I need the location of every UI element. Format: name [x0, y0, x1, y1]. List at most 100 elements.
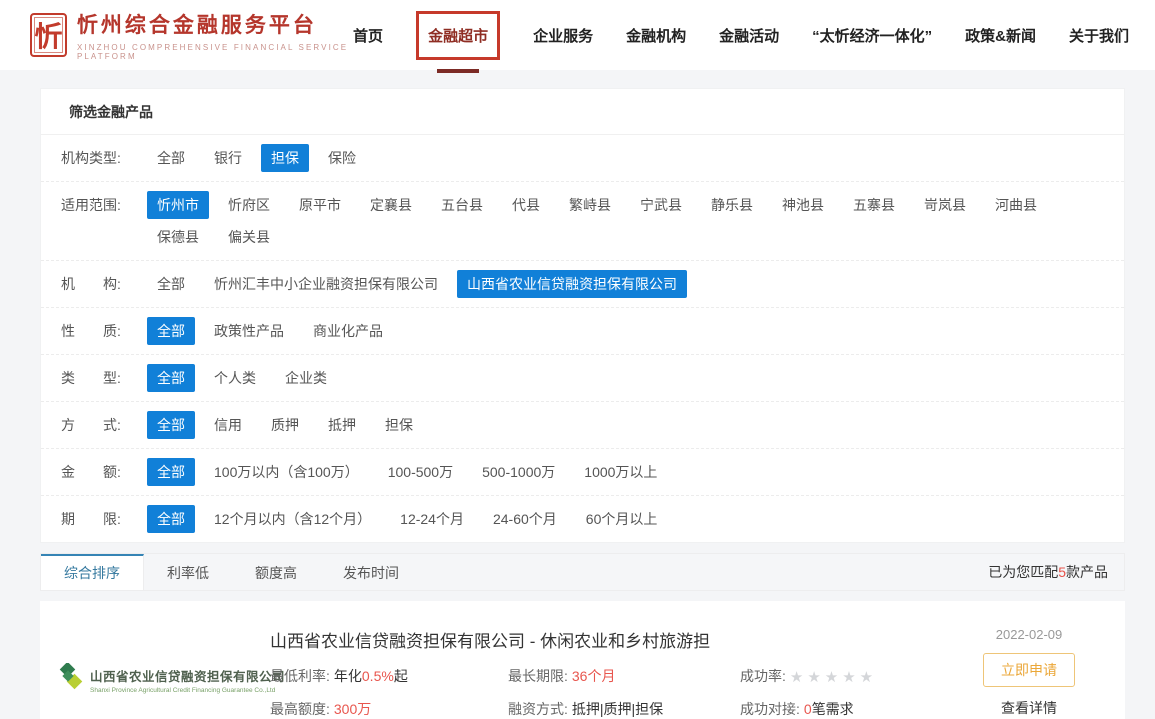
filter-option[interactable]: 企业类 — [275, 364, 337, 392]
filter-option[interactable]: 政策性产品 — [204, 317, 294, 345]
nav-item-5[interactable]: “太忻经济一体化” — [812, 25, 932, 46]
filter-option[interactable]: 100万以内（含100万） — [204, 458, 369, 486]
field-label: 成功对接: — [740, 701, 800, 717]
apply-button[interactable]: 立即申请 — [983, 653, 1075, 687]
filter-row-options: 全部银行担保保险 — [147, 142, 1106, 174]
dock-count: 0 — [804, 701, 812, 717]
filter-option[interactable]: 全部 — [147, 144, 195, 172]
nav-item-6[interactable]: 政策&新闻 — [965, 25, 1036, 46]
filter-row-label: 期 限: — [61, 503, 147, 535]
filter-option[interactable]: 12-24个月 — [390, 505, 474, 533]
view-detail-link[interactable]: 查看详情 — [1001, 698, 1057, 718]
field-label: 成功率: — [740, 668, 786, 684]
filter-row-3: 性 质:全部政策性产品商业化产品 — [41, 308, 1124, 355]
filter-option[interactable]: 全部 — [147, 317, 195, 345]
filter-option[interactable]: 岢岚县 — [914, 191, 976, 219]
nav-item-7[interactable]: 关于我们 — [1069, 25, 1129, 46]
filter-option[interactable]: 宁武县 — [630, 191, 692, 219]
filter-option[interactable]: 全部 — [147, 458, 195, 486]
company-logo-icon — [58, 663, 84, 693]
product-fields-grid: 最低利率:年化0.5%起最长期限:36个月成功率:★★★★★最高额度:300万融… — [270, 666, 955, 719]
filter-option[interactable]: 五台县 — [431, 191, 493, 219]
filter-row-label: 机构类型: — [61, 142, 147, 174]
filter-option[interactable]: 全部 — [147, 270, 195, 298]
filter-row-5: 方 式:全部信用质押抵押担保 — [41, 402, 1124, 449]
success-rate-stars: ★★★★★ — [790, 669, 877, 686]
filter-option[interactable]: 全部 — [147, 364, 195, 392]
nav-item-wrap-6: 政策&新闻 — [965, 25, 1036, 46]
term-value: 36个月 — [572, 668, 616, 684]
nav-item-4[interactable]: 金融活动 — [719, 25, 779, 46]
filter-option[interactable]: 山西省农业信贷融资担保有限公司 — [457, 270, 687, 298]
filter-option[interactable]: 1000万以上 — [574, 458, 667, 486]
filter-option[interactable]: 24-60个月 — [483, 505, 567, 533]
filter-row-label: 适用范围: — [61, 189, 147, 221]
filter-option[interactable]: 河曲县 — [985, 191, 1047, 219]
nav-item-wrap-3: 金融机构 — [626, 25, 686, 46]
filter-option[interactable]: 保险 — [318, 144, 366, 172]
site-subtitle: XINZHOU COMPREHENSIVE FINANCIAL SERVICE … — [77, 43, 353, 61]
field-label: 最高额度: — [270, 701, 330, 717]
filter-panel: 筛选金融产品 机构类型:全部银行担保保险适用范围:忻州市忻府区原平市定襄县五台县… — [40, 88, 1125, 543]
filter-option[interactable]: 五寨县 — [843, 191, 905, 219]
nav-item-2[interactable]: 企业服务 — [533, 25, 593, 46]
filter-option[interactable]: 商业化产品 — [303, 317, 393, 345]
filter-option[interactable]: 质押 — [261, 411, 309, 439]
nav-item-wrap-4: 金融活动 — [719, 25, 779, 46]
filter-option[interactable]: 原平市 — [289, 191, 351, 219]
company-logo: 山西省农业信贷融资担保有限公司Shanxi Province Agricultu… — [58, 627, 270, 719]
filter-option[interactable]: 担保 — [375, 411, 423, 439]
filter-option[interactable]: 60个月以上 — [576, 505, 668, 533]
nav-item-0[interactable]: 首页 — [353, 25, 383, 46]
nav-item-3[interactable]: 金融机构 — [626, 25, 686, 46]
product-field: 成功率:★★★★★ — [740, 666, 955, 686]
nav-item-1[interactable]: 金融超市 — [416, 11, 500, 60]
filter-option[interactable]: 神池县 — [772, 191, 834, 219]
filter-option[interactable]: 定襄县 — [360, 191, 422, 219]
seal-glyph: 忻 — [34, 15, 62, 55]
site-logo[interactable]: 忻 忻州综合金融服务平台 XINZHOU COMPREHENSIVE FINAN… — [30, 9, 353, 61]
filter-row-label: 类 型: — [61, 362, 147, 394]
product-field: 最低利率:年化0.5%起 — [270, 666, 508, 686]
filter-option[interactable]: 忻州市 — [147, 191, 209, 219]
filter-row-6: 金 额:全部100万以内（含100万）100-500万500-1000万1000… — [41, 449, 1124, 496]
filter-option[interactable]: 全部 — [147, 411, 195, 439]
filter-option[interactable]: 保德县 — [147, 223, 209, 251]
field-label: 最长期限: — [508, 668, 568, 684]
filter-option[interactable]: 500-1000万 — [472, 458, 565, 486]
sort-tabs: 综合排序利率低额度高发布时间 — [41, 554, 422, 590]
filter-row-options: 忻州市忻府区原平市定襄县五台县代县繁峙县宁武县静乐县神池县五寨县岢岚县河曲县保德… — [147, 189, 1106, 253]
filter-option[interactable]: 信用 — [204, 411, 252, 439]
sort-tab-3[interactable]: 发布时间 — [320, 554, 422, 590]
filter-option[interactable]: 100-500万 — [378, 458, 463, 486]
seal-logo-icon: 忻 — [30, 13, 67, 57]
rate-prefix: 年化 — [334, 668, 362, 684]
financing-value: 抵押|质押|担保 — [572, 701, 663, 717]
product-card-0: 山西省农业信贷融资担保有限公司Shanxi Province Agricultu… — [40, 601, 1125, 719]
sort-tab-2[interactable]: 额度高 — [232, 554, 320, 590]
filter-option[interactable]: 抵押 — [318, 411, 366, 439]
filter-row-label: 性 质: — [61, 315, 147, 347]
filter-option[interactable]: 银行 — [204, 144, 252, 172]
filter-option[interactable]: 静乐县 — [701, 191, 763, 219]
nav-item-wrap-7: 关于我们 — [1069, 25, 1129, 46]
dock-suffix: 笔需求 — [812, 701, 854, 717]
filter-option[interactable]: 12个月以内（含12个月） — [204, 505, 381, 533]
match-info: 已为您匹配5款产品 — [988, 554, 1124, 590]
filter-row-options: 全部政策性产品商业化产品 — [147, 315, 1106, 347]
product-main: 山西省农业信贷融资担保有限公司 - 休闲农业和乡村旅游担最低利率:年化0.5%起… — [270, 627, 955, 719]
sort-tab-1[interactable]: 利率低 — [144, 554, 232, 590]
filter-option[interactable]: 忻府区 — [218, 191, 280, 219]
filter-option[interactable]: 偏关县 — [218, 223, 280, 251]
sort-tab-0[interactable]: 综合排序 — [41, 554, 144, 590]
filter-option[interactable]: 担保 — [261, 144, 309, 172]
filter-row-options: 全部个人类企业类 — [147, 362, 1106, 394]
content-area: 筛选金融产品 机构类型:全部银行担保保险适用范围:忻州市忻府区原平市定襄县五台县… — [40, 88, 1125, 719]
filter-option[interactable]: 代县 — [502, 191, 550, 219]
filter-option[interactable]: 个人类 — [204, 364, 266, 392]
filter-option[interactable]: 繁峙县 — [559, 191, 621, 219]
product-field: 最高额度:300万 — [270, 699, 508, 719]
filter-option[interactable]: 忻州汇丰中小企业融资担保有限公司 — [204, 270, 448, 298]
product-title[interactable]: 山西省农业信贷融资担保有限公司 - 休闲农业和乡村旅游担 — [270, 627, 955, 652]
filter-option[interactable]: 全部 — [147, 505, 195, 533]
